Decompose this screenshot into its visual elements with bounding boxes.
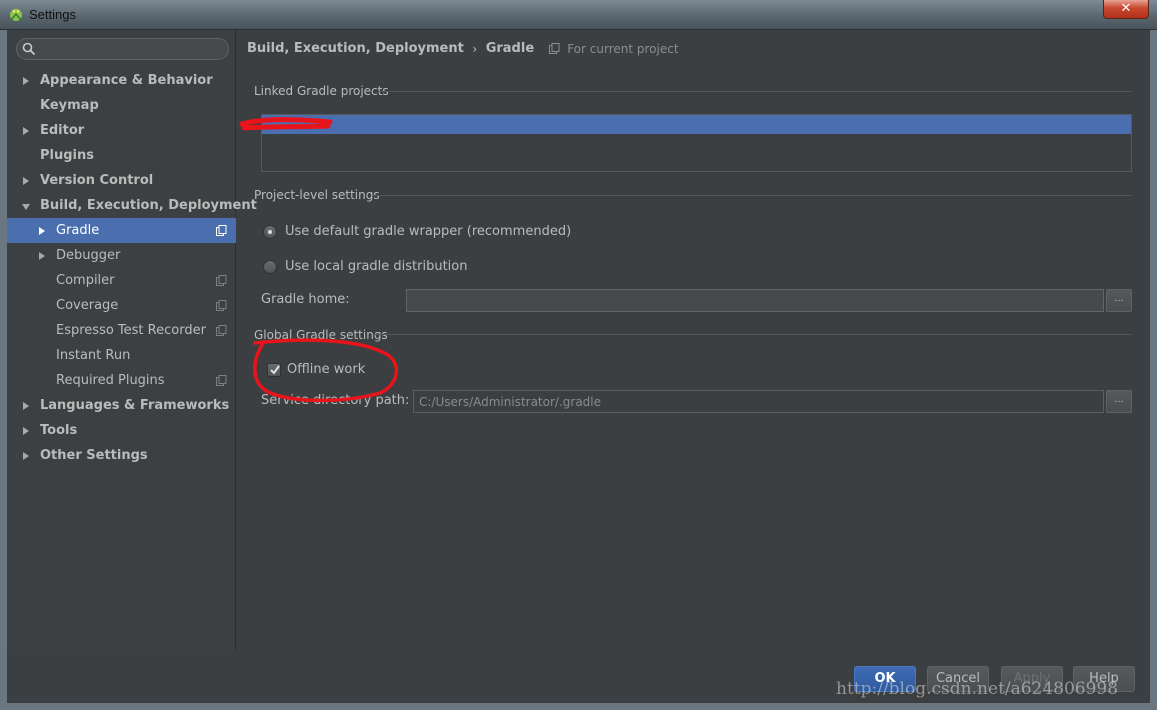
close-window-button[interactable]: ✕	[1103, 0, 1149, 19]
project-scope-icon	[216, 225, 227, 236]
sidebar-item-editor[interactable]: Editor	[7, 118, 236, 143]
sidebar-item-label: Required Plugins	[56, 373, 165, 388]
search-input[interactable]	[39, 40, 224, 58]
sidebar-item-label: Languages & Frameworks	[40, 398, 230, 413]
radio-button[interactable]	[263, 260, 277, 274]
settings-sidebar: Appearance & Behavior Keymap Editor Plug…	[7, 30, 257, 650]
sidebar-item-label: Coverage	[56, 298, 119, 313]
expand-arrow-icon[interactable]	[23, 177, 29, 185]
section-divider	[378, 91, 1132, 92]
list-item[interactable]	[262, 115, 1131, 134]
sidebar-item-appearance-behavior[interactable]: Appearance & Behavior	[7, 68, 236, 93]
expand-arrow-icon[interactable]	[23, 127, 29, 135]
sidebar-item-other-settings[interactable]: Other Settings	[7, 443, 236, 468]
sidebar-item-label: Appearance & Behavior	[40, 73, 213, 88]
sidebar-item-tools[interactable]: Tools	[7, 418, 236, 443]
search-box[interactable]	[16, 38, 229, 60]
breadcrumb-current: Gradle	[485, 41, 535, 56]
radio-button[interactable]	[263, 225, 277, 239]
sidebar-item-label: Debugger	[56, 248, 121, 263]
checkmark-icon	[270, 365, 280, 375]
search-icon	[22, 42, 36, 56]
sidebar-item-coverage[interactable]: Coverage	[7, 293, 236, 318]
sidebar-item-label: Keymap	[40, 98, 99, 113]
sidebar-item-label: Gradle	[56, 223, 100, 238]
window-title-bar: Settings ✕	[0, 0, 1157, 30]
global-settings-title: Global Gradle settings	[254, 328, 388, 342]
android-studio-icon	[10, 9, 22, 21]
gradle-home-browse-button[interactable]: ...	[1106, 289, 1132, 312]
service-directory-field[interactable]	[413, 390, 1104, 413]
expand-arrow-icon[interactable]	[23, 427, 29, 435]
gradle-home-field[interactable]	[406, 289, 1104, 312]
project-scope-icon	[548, 43, 560, 54]
sidebar-item-plugins[interactable]: Plugins	[7, 143, 236, 168]
scope-label: For current project	[567, 41, 679, 56]
sidebar-item-instant-run[interactable]: Instant Run	[7, 343, 236, 368]
sidebar-item-compiler[interactable]: Compiler	[7, 268, 236, 293]
project-scope-icon	[216, 300, 227, 311]
sidebar-item-version-control[interactable]: Version Control	[7, 168, 236, 193]
service-directory-label: Service directory path:	[261, 393, 410, 408]
sidebar-item-label: Compiler	[56, 273, 115, 288]
sidebar-item-label: Tools	[40, 423, 78, 438]
sidebar-item-gradle[interactable]: Gradle	[7, 218, 236, 243]
breadcrumb-separator: ›	[472, 41, 478, 56]
sidebar-item-label: Build, Execution, Deployment	[40, 198, 257, 213]
expand-arrow-icon[interactable]	[23, 452, 29, 460]
sidebar-item-label: Plugins	[40, 148, 94, 163]
sidebar-item-label: Editor	[40, 123, 85, 138]
expand-arrow-icon[interactable]	[23, 77, 29, 85]
project-scope-icon	[216, 375, 227, 386]
sidebar-item-required-plugins[interactable]: Required Plugins	[7, 368, 236, 393]
project-level-title: Project-level settings	[254, 188, 380, 202]
sidebar-item-label: Espresso Test Recorder	[56, 323, 206, 338]
sidebar-item-build-execution-deployment[interactable]: Build, Execution, Deployment	[7, 193, 257, 218]
sidebar-item-languages-frameworks[interactable]: Languages & Frameworks	[7, 393, 236, 418]
offline-work-checkbox[interactable]	[267, 363, 281, 377]
breadcrumb-parent[interactable]: Build, Execution, Deployment	[247, 41, 464, 56]
sidebar-item-debugger[interactable]: Debugger	[7, 243, 236, 268]
close-icon: ✕	[1120, 1, 1132, 16]
sidebar-item-label: Other Settings	[40, 448, 148, 463]
breadcrumb: Build, Execution, Deployment › Gradle Fo…	[247, 41, 679, 59]
linked-projects-list[interactable]	[261, 114, 1132, 172]
project-scope-icon	[216, 325, 227, 336]
watermark: http://blog.csdn.net/a624806998	[836, 679, 1119, 699]
gradle-home-label: Gradle home:	[261, 292, 350, 307]
section-divider	[373, 195, 1132, 196]
option-label: Offline work	[287, 362, 366, 377]
project-scope-icon	[216, 275, 227, 286]
window-title: Settings	[29, 7, 76, 22]
gradle-settings-panel: Build, Execution, Deployment › Gradle Fo…	[237, 30, 1150, 650]
collapse-arrow-icon[interactable]	[22, 204, 30, 210]
option-label: Use local gradle distribution	[285, 259, 468, 274]
sidebar-item-keymap[interactable]: Keymap	[7, 93, 236, 118]
expand-arrow-icon[interactable]	[39, 227, 45, 235]
sidebar-item-label: Version Control	[40, 173, 154, 188]
service-directory-browse-button[interactable]: ...	[1106, 390, 1132, 413]
sidebar-item-label: Instant Run	[56, 348, 131, 363]
option-label: Use default gradle wrapper (recommended)	[285, 224, 572, 239]
expand-arrow-icon[interactable]	[39, 252, 45, 260]
expand-arrow-icon[interactable]	[23, 402, 29, 410]
section-divider	[373, 334, 1132, 335]
linked-projects-title: Linked Gradle projects	[254, 84, 389, 98]
sidebar-item-espresso-test-recorder[interactable]: Espresso Test Recorder	[7, 318, 236, 343]
